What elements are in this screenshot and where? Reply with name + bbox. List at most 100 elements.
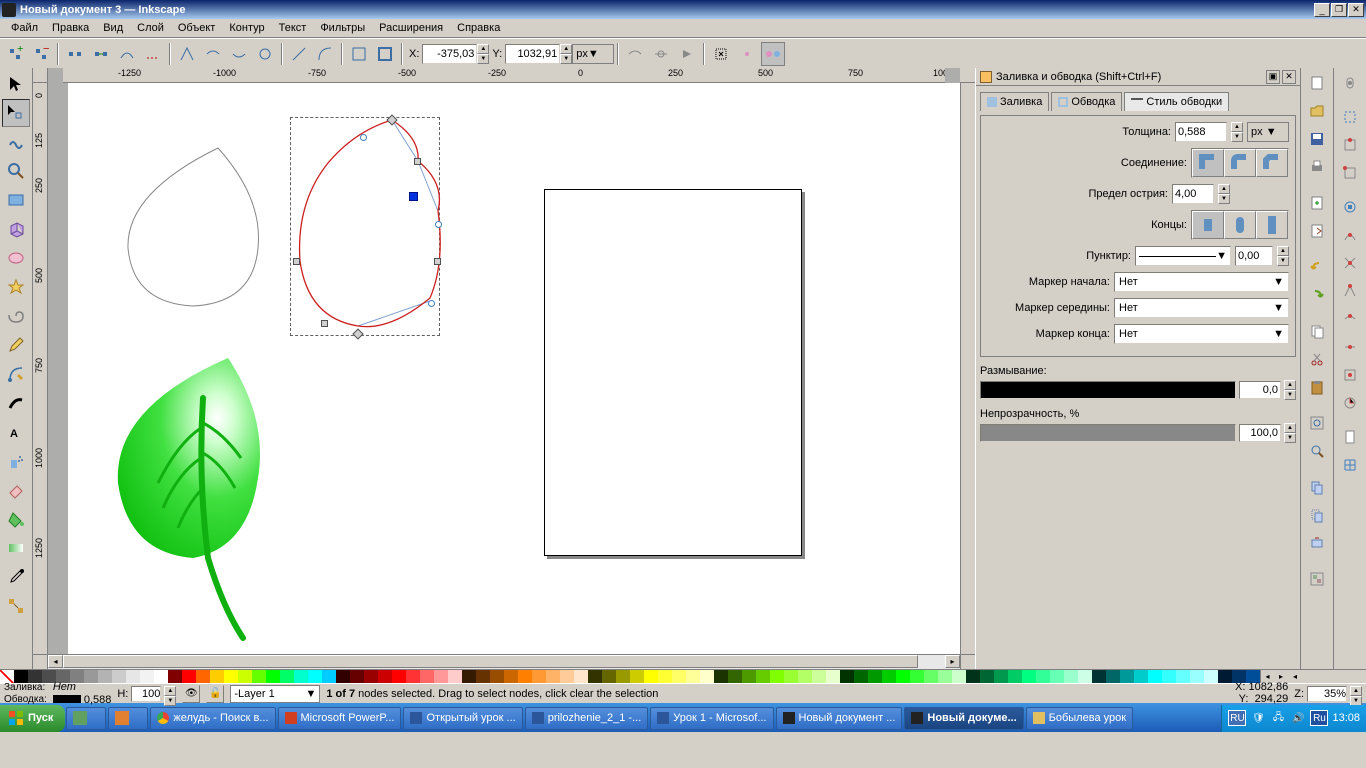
task-word2[interactable]: prilozhenie_2_1 -... bbox=[525, 707, 649, 730]
marker-end-select[interactable]: Нет▼ bbox=[1114, 324, 1289, 344]
stroke-value[interactable]: 0,588 bbox=[53, 695, 112, 705]
swatch[interactable] bbox=[896, 670, 910, 683]
tray-network-icon[interactable]: 🖧 bbox=[1270, 710, 1286, 726]
zoom-spinner[interactable]: ▲▼ bbox=[1350, 686, 1362, 702]
menu-edit[interactable]: Правка bbox=[45, 21, 96, 35]
node[interactable] bbox=[414, 158, 421, 165]
menu-view[interactable]: Вид bbox=[96, 21, 130, 35]
node[interactable] bbox=[293, 258, 300, 265]
pencil-tool-icon[interactable] bbox=[2, 331, 30, 359]
swatch[interactable] bbox=[1134, 670, 1148, 683]
connector-tool-icon[interactable] bbox=[2, 592, 30, 620]
swatch[interactable] bbox=[616, 670, 630, 683]
swatch[interactable] bbox=[868, 670, 882, 683]
transform-handles-icon[interactable] bbox=[709, 42, 733, 66]
swatch[interactable] bbox=[840, 670, 854, 683]
x-input[interactable] bbox=[422, 44, 477, 64]
node-symmetric-icon[interactable] bbox=[227, 42, 251, 66]
ruler-vertical[interactable]: 0 125 250 500 750 1000 1250 bbox=[33, 83, 48, 654]
copy-icon[interactable] bbox=[1304, 318, 1330, 344]
tray-volume-icon[interactable]: 🔊 bbox=[1290, 710, 1306, 726]
spiral-tool-icon[interactable] bbox=[2, 302, 30, 330]
snap-grid-icon[interactable] bbox=[1337, 452, 1363, 478]
swatch[interactable] bbox=[112, 670, 126, 683]
text-tool-icon[interactable]: A bbox=[2, 418, 30, 446]
close-button[interactable]: ✕ bbox=[1348, 3, 1364, 17]
node-cusp-icon[interactable] bbox=[175, 42, 199, 66]
quick-launch-1[interactable] bbox=[66, 707, 106, 730]
swatch[interactable] bbox=[210, 670, 224, 683]
node-smooth-icon[interactable] bbox=[201, 42, 225, 66]
task-inkscape1[interactable]: Новый документ ... bbox=[776, 707, 903, 730]
swatch[interactable] bbox=[658, 670, 672, 683]
show-clip-icon[interactable] bbox=[623, 42, 647, 66]
snap-bbox-icon[interactable] bbox=[1337, 104, 1363, 130]
swatch[interactable] bbox=[714, 670, 728, 683]
swatch[interactable] bbox=[224, 670, 238, 683]
save-icon[interactable] bbox=[1304, 126, 1330, 152]
menu-filters[interactable]: Фильтры bbox=[313, 21, 372, 35]
tweak-tool-icon[interactable] bbox=[2, 128, 30, 156]
cut-icon[interactable] bbox=[1304, 346, 1330, 372]
insert-node-icon[interactable]: + bbox=[3, 42, 27, 66]
dropper-tool-icon[interactable] bbox=[2, 563, 30, 591]
snap-center-icon[interactable] bbox=[1337, 362, 1363, 388]
dock-close-button[interactable]: ✕ bbox=[1282, 70, 1296, 84]
swatch[interactable] bbox=[84, 670, 98, 683]
swatch[interactable] bbox=[252, 670, 266, 683]
leaf-shape[interactable] bbox=[93, 348, 293, 648]
maximize-button[interactable]: ❐ bbox=[1331, 3, 1347, 17]
dock-iconify-button[interactable]: ▣ bbox=[1266, 70, 1280, 84]
snap-cusp-icon[interactable] bbox=[1337, 278, 1363, 304]
handle[interactable] bbox=[360, 134, 367, 141]
opacity-quick-spinner[interactable]: ▲▼ bbox=[164, 686, 176, 702]
stroke-width-input[interactable] bbox=[1175, 122, 1227, 142]
scrollbar-vertical[interactable] bbox=[960, 83, 975, 654]
swatch[interactable] bbox=[1218, 670, 1232, 683]
swatch[interactable] bbox=[784, 670, 798, 683]
swatch[interactable] bbox=[504, 670, 518, 683]
swatch[interactable] bbox=[952, 670, 966, 683]
swatch[interactable] bbox=[602, 670, 616, 683]
snap-bbox-edge-icon[interactable] bbox=[1337, 132, 1363, 158]
swatch[interactable] bbox=[1120, 670, 1134, 683]
swatch[interactable] bbox=[700, 670, 714, 683]
swatch[interactable] bbox=[1064, 670, 1078, 683]
duplicate-icon[interactable] bbox=[1304, 474, 1330, 500]
blur-spinner[interactable]: ▲▼ bbox=[1284, 380, 1296, 400]
tab-stroke-style[interactable]: Стиль обводки bbox=[1124, 92, 1229, 111]
swatch[interactable] bbox=[490, 670, 504, 683]
dash-offset-spinner[interactable]: ▲▼ bbox=[1277, 246, 1289, 266]
snap-midpoint-icon[interactable] bbox=[1337, 334, 1363, 360]
snap-node-icon[interactable] bbox=[1337, 194, 1363, 220]
swatch[interactable] bbox=[322, 670, 336, 683]
swatch[interactable] bbox=[742, 670, 756, 683]
width-spinner[interactable]: ▲▼ bbox=[1231, 122, 1243, 142]
gradient-tool-icon[interactable] bbox=[2, 534, 30, 562]
opacity-quick-input[interactable] bbox=[131, 686, 161, 702]
snap-rotation-icon[interactable] bbox=[1337, 390, 1363, 416]
unlink-clone-icon[interactable] bbox=[1304, 530, 1330, 556]
fill-tool-icon[interactable] bbox=[2, 505, 30, 533]
zoom-input[interactable] bbox=[1307, 686, 1347, 702]
miter-spinner[interactable]: ▲▼ bbox=[1218, 184, 1230, 204]
menu-file[interactable]: Файл bbox=[4, 21, 45, 35]
task-word3[interactable]: Урок 1 - Microsof... bbox=[650, 707, 773, 730]
swatch[interactable] bbox=[462, 670, 476, 683]
cap-round-icon[interactable] bbox=[1224, 211, 1256, 239]
tray-shield-icon[interactable]: 🛡 bbox=[1250, 710, 1266, 726]
tab-fill[interactable]: Заливка bbox=[980, 92, 1049, 111]
swatch[interactable] bbox=[1078, 670, 1092, 683]
swatch-none[interactable] bbox=[0, 670, 14, 683]
swatch[interactable] bbox=[546, 670, 560, 683]
minimize-button[interactable]: _ bbox=[1314, 3, 1330, 17]
blur-input[interactable] bbox=[1239, 381, 1281, 399]
swatch[interactable] bbox=[1008, 670, 1022, 683]
swatch[interactable] bbox=[812, 670, 826, 683]
swatch[interactable] bbox=[420, 670, 434, 683]
layer-select[interactable]: -Layer 1▼ bbox=[230, 685, 320, 703]
swatch[interactable] bbox=[980, 670, 994, 683]
y-spinner[interactable]: ▲▼ bbox=[560, 44, 572, 64]
menu-help[interactable]: Справка bbox=[450, 21, 507, 35]
swatch[interactable] bbox=[560, 670, 574, 683]
